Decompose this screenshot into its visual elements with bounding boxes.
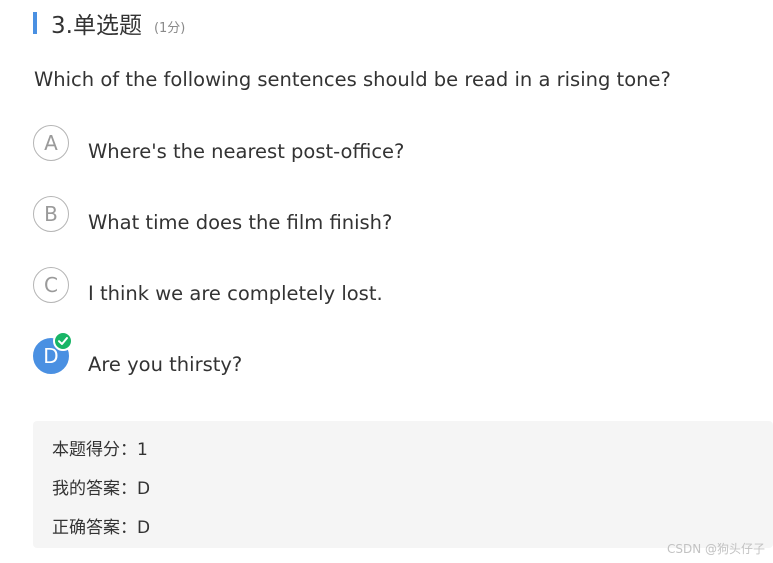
result-panel: 本题得分：1 我的答案：D 正确答案：D	[33, 421, 773, 548]
option-b[interactable]: B What time does the film finish?	[33, 196, 392, 234]
option-letter-circle[interactable]: A	[33, 125, 69, 161]
option-text[interactable]: Are you thirsty?	[88, 353, 242, 376]
watermark: CSDN @狗头仔子	[666, 542, 765, 556]
option-letter: C	[44, 273, 58, 297]
option-letter-circle[interactable]: C	[33, 267, 69, 303]
my-answer-line: 我的答案：D	[52, 479, 151, 499]
question-header: 3.单选题 (1分)	[33, 8, 186, 39]
question-score: (1分)	[153, 20, 186, 36]
score-line: 本题得分：1	[52, 440, 148, 460]
option-letter: A	[44, 131, 58, 155]
option-letter: B	[44, 202, 58, 226]
option-text[interactable]: I think we are completely lost.	[88, 282, 383, 305]
correct-answer-line: 正确答案：D	[52, 518, 151, 538]
option-a[interactable]: A Where's the nearest post-office?	[33, 125, 404, 163]
option-c[interactable]: C I think we are completely lost.	[33, 267, 383, 305]
question-text: Which of the following sentences should …	[34, 68, 671, 91]
option-letter-circle[interactable]: B	[33, 196, 69, 232]
question-title: 3.单选题	[51, 13, 142, 39]
option-letter-circle-selected[interactable]: D	[33, 331, 73, 374]
option-text[interactable]: What time does the film finish?	[88, 211, 392, 234]
option-d[interactable]: D Are you thirsty?	[33, 331, 242, 376]
question-page: 3.单选题 (1分) Which of the following senten…	[0, 0, 773, 563]
option-text[interactable]: Where's the nearest post-office?	[88, 140, 404, 163]
accent-bar	[33, 12, 37, 34]
check-icon	[53, 331, 73, 351]
